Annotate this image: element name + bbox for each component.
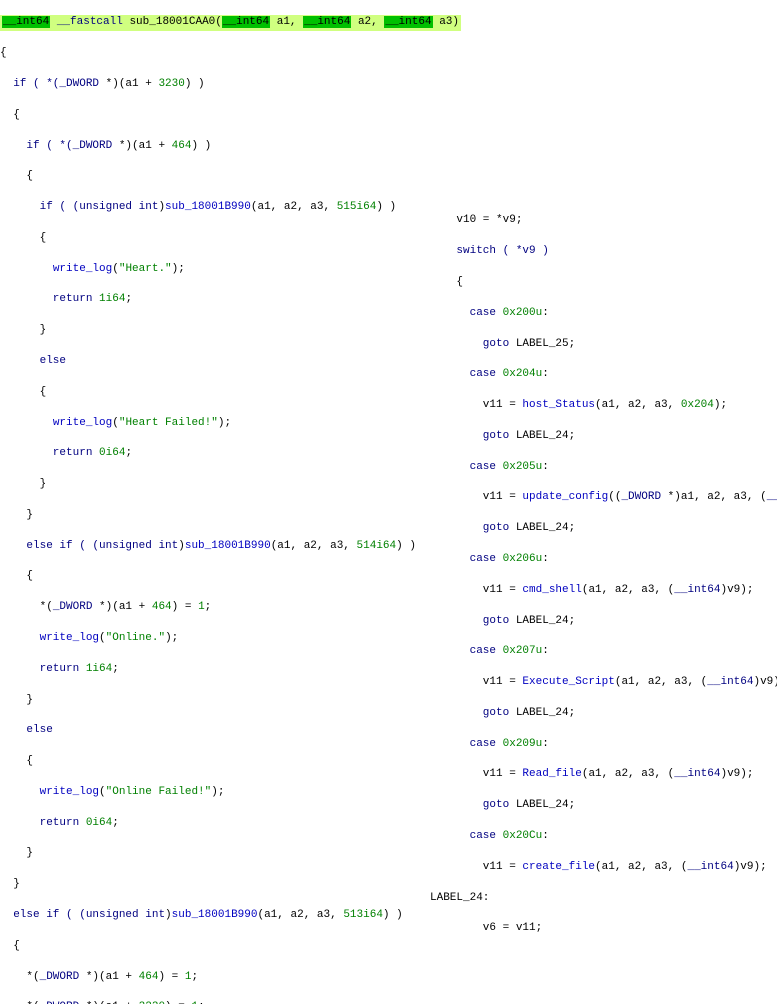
- code-line: goto LABEL_24;: [430, 521, 777, 536]
- function-name: sub_18001CAA0: [129, 16, 215, 28]
- code-line: v11 = create_file(a1, a2, a3, (__int64)v…: [430, 860, 777, 875]
- code-line: {: [0, 569, 420, 584]
- code-line: {: [0, 939, 420, 954]
- code-line: {: [0, 754, 420, 769]
- code-line: }: [0, 877, 420, 892]
- left-code-pane: __int64 __fastcall sub_18001CAA0(__int64…: [0, 0, 420, 1004]
- code-line: v11 = Execute_Script(a1, a2, a3, (__int6…: [430, 675, 777, 690]
- code-line: case 0x200u:: [430, 306, 777, 321]
- code-line: if ( *(_DWORD *)(a1 + 464) ): [0, 139, 420, 154]
- code-line: case 0x205u:: [430, 460, 777, 475]
- code-line: switch ( *v9 ): [430, 244, 777, 259]
- code-line: v11 = update_config((_DWORD *)a1, a2, a3…: [430, 490, 777, 505]
- code-line: }: [0, 693, 420, 708]
- code-line: v11 = Read_file(a1, a2, a3, (__int64)v9)…: [430, 767, 777, 782]
- code-line: LABEL_24:: [430, 891, 777, 906]
- code-line: if ( *(_DWORD *)(a1 + 3230) ): [0, 77, 420, 92]
- code-line: case 0x206u:: [430, 552, 777, 567]
- calling-convention: __fastcall: [57, 16, 123, 28]
- code-line: {: [430, 275, 777, 290]
- code-line: case 0x209u:: [430, 737, 777, 752]
- code-line: write_log("Online.");: [0, 631, 420, 646]
- code-line: return 1i64;: [0, 292, 420, 307]
- code-line: }: [0, 846, 420, 861]
- code-line: }: [0, 508, 420, 523]
- code-line: case 0x204u:: [430, 367, 777, 382]
- code-line: v6 = v11;: [430, 921, 777, 936]
- code-line: else if ( (unsigned int)sub_18001B990(a1…: [0, 539, 420, 554]
- code-line: }: [0, 477, 420, 492]
- code-line: {: [0, 46, 420, 61]
- code-line: goto LABEL_24;: [430, 429, 777, 444]
- code-line: goto LABEL_24;: [430, 614, 777, 629]
- right-code-pane: v10 = *v9; switch ( *v9 ) { case 0x200u:…: [430, 198, 777, 952]
- code-line: v11 = host_Status(a1, a2, a3, 0x204);: [430, 398, 777, 413]
- code-line: goto LABEL_24;: [430, 706, 777, 721]
- code-line: return 0i64;: [0, 446, 420, 461]
- code-line: case 0x20Cu:: [430, 829, 777, 844]
- code-line: write_log("Heart.");: [0, 262, 420, 277]
- code-line: write_log("Heart Failed!");: [0, 416, 420, 431]
- code-line: {: [0, 231, 420, 246]
- code-line: else if ( (unsigned int)sub_18001B990(a1…: [0, 908, 420, 923]
- code-line: v10 = *v9;: [430, 213, 777, 228]
- code-line: goto LABEL_24;: [430, 798, 777, 813]
- code-line: goto LABEL_25;: [430, 337, 777, 352]
- code-line: if ( (unsigned int)sub_18001B990(a1, a2,…: [0, 200, 420, 215]
- code-line: return 1i64;: [0, 662, 420, 677]
- code-line: {: [0, 108, 420, 123]
- code-line: }: [0, 323, 420, 338]
- code-line: *(_DWORD *)(a1 + 464) = 1;: [0, 970, 420, 985]
- function-declaration: __int64 __fastcall sub_18001CAA0(__int64…: [0, 15, 420, 30]
- code-line: else: [0, 723, 420, 738]
- code-line: case 0x207u:: [430, 644, 777, 659]
- code-line: {: [0, 169, 420, 184]
- code-line: {: [0, 385, 420, 400]
- code-line: *(_DWORD *)(a1 + 3230) = 1;: [0, 1000, 420, 1004]
- code-line: *(_DWORD *)(a1 + 464) = 1;: [0, 600, 420, 615]
- code-line: return 0i64;: [0, 816, 420, 831]
- code-line: write_log("Online Failed!");: [0, 785, 420, 800]
- code-line: else: [0, 354, 420, 369]
- code-line: v11 = cmd_shell(a1, a2, a3, (__int64)v9)…: [430, 583, 777, 598]
- return-type: __int64: [2, 16, 50, 28]
